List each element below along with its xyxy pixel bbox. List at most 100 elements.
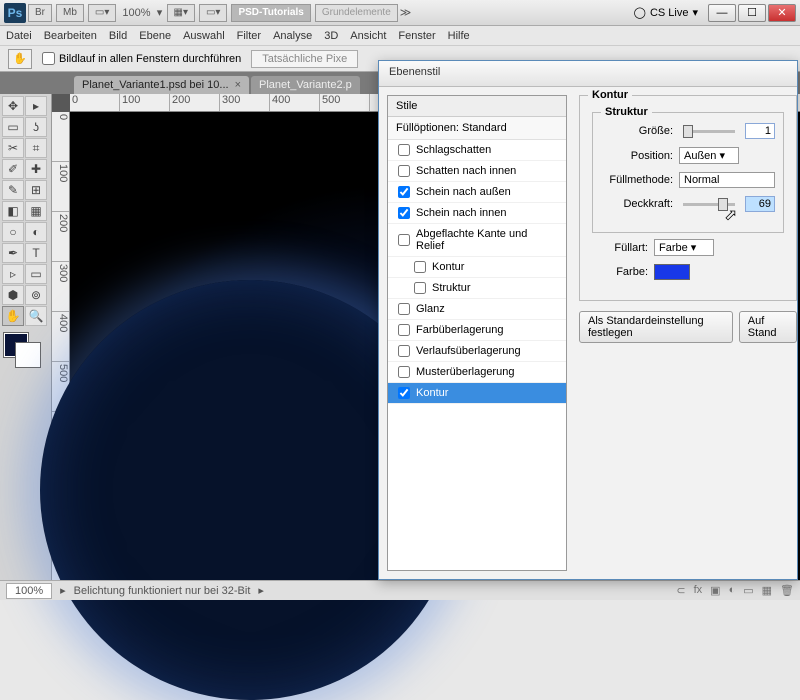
- styles-header[interactable]: Stile: [388, 96, 566, 117]
- eyedropper-tool[interactable]: ✐: [2, 159, 24, 179]
- style-checkbox[interactable]: [398, 207, 410, 219]
- size-slider[interactable]: [683, 130, 735, 133]
- sb-icon-7[interactable]: 🗑: [780, 584, 794, 597]
- style-row[interactable]: Farbüberlagerung: [388, 320, 566, 341]
- style-checkbox[interactable]: [398, 366, 410, 378]
- style-row[interactable]: Struktur: [388, 278, 566, 299]
- eraser-tool[interactable]: ◧: [2, 201, 24, 221]
- menu-bearbeiten[interactable]: Bearbeiten: [44, 30, 97, 42]
- blur-tool[interactable]: ○: [2, 222, 24, 242]
- stamp-tool[interactable]: ⊞: [25, 180, 47, 200]
- menu-ebene[interactable]: Ebene: [139, 30, 171, 42]
- style-row[interactable]: Schlagschatten: [388, 140, 566, 161]
- crop-tool[interactable]: ✂: [2, 138, 24, 158]
- style-row[interactable]: Schein nach außen: [388, 182, 566, 203]
- menu-bild[interactable]: Bild: [109, 30, 127, 42]
- style-checkbox[interactable]: [398, 303, 410, 315]
- sb-icon-4[interactable]: ◐: [729, 584, 736, 597]
- style-row[interactable]: Glanz: [388, 299, 566, 320]
- style-row[interactable]: Schein nach innen: [388, 203, 566, 224]
- cslive-icon: ◯: [634, 6, 646, 19]
- color-swatch[interactable]: [654, 264, 690, 280]
- move-tool[interactable]: ✥: [2, 96, 24, 116]
- sb-icon-6[interactable]: ▦: [762, 584, 772, 597]
- sb-icon-2[interactable]: fx: [694, 584, 703, 597]
- cslive[interactable]: ◯ CS Live ▾: [634, 6, 698, 19]
- style-checkbox[interactable]: [398, 165, 410, 177]
- zoom-field[interactable]: 100%: [6, 583, 52, 599]
- maximize-button[interactable]: ☐: [738, 4, 766, 22]
- pen-tool[interactable]: ✒: [2, 243, 24, 263]
- style-checkbox[interactable]: [398, 387, 410, 399]
- style-label: Glanz: [416, 303, 445, 315]
- lasso-tool[interactable]: ʖ: [25, 117, 47, 137]
- menu-datei[interactable]: Datei: [6, 30, 32, 42]
- minibridge-button[interactable]: Mb: [56, 4, 84, 22]
- zoom-tool[interactable]: 🔍: [25, 306, 47, 326]
- filltype-dropdown[interactable]: Farbe ▾: [654, 239, 714, 256]
- background-swatch[interactable]: [16, 343, 40, 367]
- style-row[interactable]: Kontur: [388, 383, 566, 404]
- menu-3d[interactable]: 3D: [324, 30, 338, 42]
- healing-tool[interactable]: ✚: [25, 159, 47, 179]
- screenmode-button[interactable]: ▭▾: [88, 4, 116, 22]
- position-dropdown[interactable]: Außen ▾: [679, 147, 739, 164]
- color-swatches[interactable]: [2, 333, 48, 369]
- style-checkbox[interactable]: [398, 186, 410, 198]
- actual-pixels-button[interactable]: Tatsächliche Pixe: [251, 50, 358, 68]
- reset-button[interactable]: Auf Stand: [739, 311, 797, 343]
- fill-options[interactable]: Füllöptionen: Standard: [388, 117, 566, 140]
- shape-tool[interactable]: ▭: [25, 264, 47, 284]
- style-row[interactable]: Abgeflachte Kante und Relief: [388, 224, 566, 257]
- type-tool[interactable]: T: [25, 243, 47, 263]
- style-row[interactable]: Musterüberlagerung: [388, 362, 566, 383]
- menu-hilfe[interactable]: Hilfe: [448, 30, 470, 42]
- direct-select-tool[interactable]: ▹: [2, 264, 24, 284]
- style-row[interactable]: Schatten nach innen: [388, 161, 566, 182]
- 3d-camera-tool[interactable]: ⊚: [25, 285, 47, 305]
- hand-tool-icon[interactable]: ✋: [8, 49, 32, 69]
- workspace-grund[interactable]: Grundelemente: [315, 4, 398, 22]
- menu-analyse[interactable]: Analyse: [273, 30, 312, 42]
- style-row[interactable]: Verlaufsüberlagerung: [388, 341, 566, 362]
- doc-tab-1[interactable]: Planet_Variante1.psd bei 10... ×: [74, 76, 249, 94]
- workspace-psdtut[interactable]: PSD-Tutorials: [231, 4, 310, 22]
- workspace-more[interactable]: ≫: [400, 6, 410, 19]
- close-button[interactable]: ✕: [768, 4, 796, 22]
- size-value[interactable]: 1: [745, 123, 775, 139]
- menu-ansicht[interactable]: Ansicht: [350, 30, 386, 42]
- bridge-button[interactable]: Br: [28, 4, 52, 22]
- close-icon[interactable]: ×: [235, 79, 241, 91]
- menu-filter[interactable]: Filter: [237, 30, 261, 42]
- gradient-tool[interactable]: ▦: [25, 201, 47, 221]
- zoom-dropdown[interactable]: ▾: [155, 6, 165, 19]
- scroll-all-checkbox[interactable]: [42, 52, 55, 65]
- dodge-tool[interactable]: ◐: [25, 222, 47, 242]
- menu-fenster[interactable]: Fenster: [398, 30, 435, 42]
- minimize-button[interactable]: —: [708, 4, 736, 22]
- style-checkbox[interactable]: [414, 282, 426, 294]
- menu-auswahl[interactable]: Auswahl: [183, 30, 225, 42]
- arrange-button[interactable]: ▦▾: [167, 4, 195, 22]
- opacity-value[interactable]: 69: [745, 196, 775, 212]
- doc-tab-2[interactable]: Planet_Variante2.p: [251, 76, 360, 94]
- sb-icon-5[interactable]: ▭: [743, 584, 753, 597]
- slice-tool[interactable]: ⌗: [25, 138, 47, 158]
- path-select-tool[interactable]: ▸: [25, 96, 47, 116]
- style-checkbox[interactable]: [398, 234, 410, 246]
- style-row[interactable]: Kontur: [388, 257, 566, 278]
- opacity-slider[interactable]: [683, 203, 735, 206]
- 3d-tool[interactable]: ⬢: [2, 285, 24, 305]
- sb-icon-3[interactable]: ▣: [710, 584, 720, 597]
- brush-tool[interactable]: ✎: [2, 180, 24, 200]
- style-checkbox[interactable]: [398, 324, 410, 336]
- style-checkbox[interactable]: [398, 345, 410, 357]
- extras-button[interactable]: ▭▾: [199, 4, 227, 22]
- sb-icon-1[interactable]: ⊂: [676, 584, 685, 597]
- hand-tool[interactable]: ✋: [2, 306, 24, 326]
- marquee-tool[interactable]: ▭: [2, 117, 24, 137]
- blend-dropdown[interactable]: Normal: [679, 172, 775, 188]
- style-checkbox[interactable]: [414, 261, 426, 273]
- style-checkbox[interactable]: [398, 144, 410, 156]
- make-default-button[interactable]: Als Standardeinstellung festlegen: [579, 311, 733, 343]
